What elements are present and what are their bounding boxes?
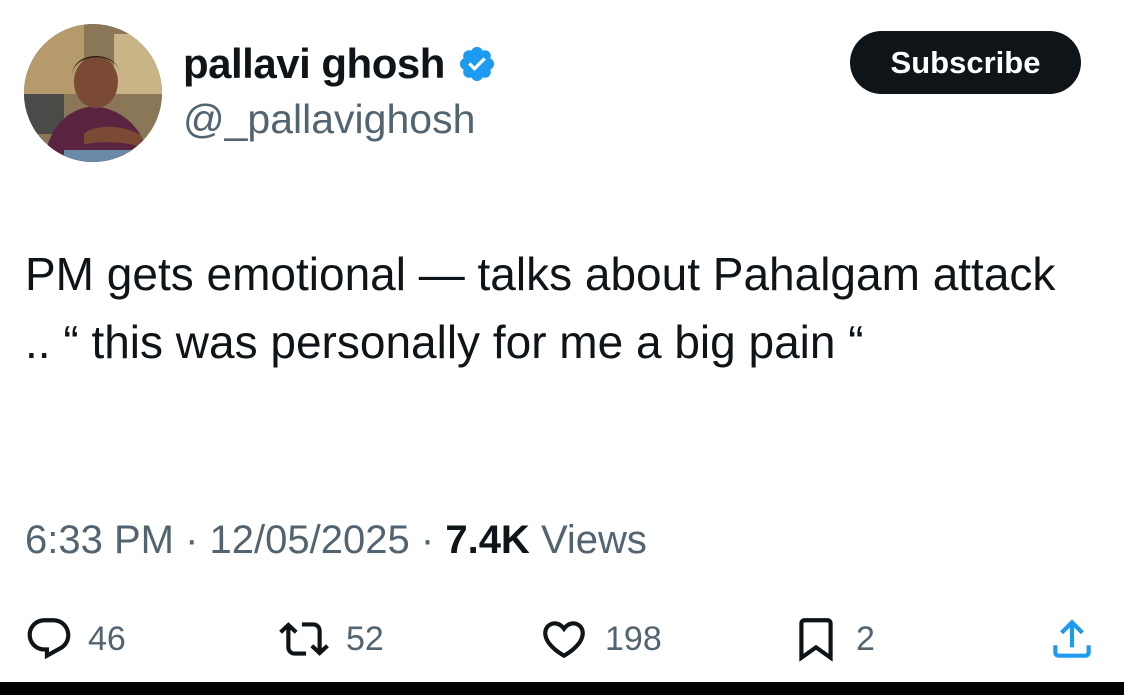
tweet-meta: 6:33 PM · 12/05/2025 · 7.4K Views [25, 518, 647, 563]
reply-button[interactable]: 46 [24, 604, 126, 674]
avatar-photo-icon [24, 24, 162, 162]
bookmark-button[interactable]: 2 [790, 604, 875, 674]
meta-separator: · [420, 518, 435, 562]
author-display-name[interactable]: pallavi ghosh [183, 40, 445, 88]
views-count: 7.4K [445, 518, 530, 562]
meta-separator: · [185, 518, 199, 562]
bookmark-count: 2 [856, 619, 875, 658]
avatar[interactable] [24, 24, 162, 162]
bottom-edge-bar [0, 682, 1124, 695]
tweet-date[interactable]: 12/05/2025 [210, 518, 410, 562]
views-label: Views [540, 518, 647, 562]
tweet-card: pallavi ghosh @_pallavighosh Subscribe P… [0, 0, 1124, 695]
subscribe-button[interactable]: Subscribe [850, 31, 1081, 94]
share-button[interactable] [1046, 604, 1098, 674]
like-button[interactable]: 198 [537, 604, 662, 674]
author-handle[interactable]: @_pallavighosh [183, 96, 475, 143]
like-count: 198 [605, 619, 662, 658]
share-icon [1053, 619, 1091, 658]
bookmark-icon [799, 618, 833, 662]
verified-badge-icon[interactable] [457, 44, 497, 84]
reply-icon [27, 618, 71, 660]
retweet-icon [279, 622, 329, 656]
tweet-time[interactable]: 6:33 PM [25, 518, 174, 562]
retweet-count: 52 [346, 619, 384, 658]
tweet-text: PM gets emotional — talks about Pahalgam… [25, 248, 1056, 368]
reply-count: 46 [88, 619, 126, 658]
author-name-row: pallavi ghosh [183, 36, 497, 92]
action-bar: 46 52 198 2 [0, 604, 1124, 674]
heart-icon [543, 621, 585, 659]
retweet-button[interactable]: 52 [276, 604, 384, 674]
